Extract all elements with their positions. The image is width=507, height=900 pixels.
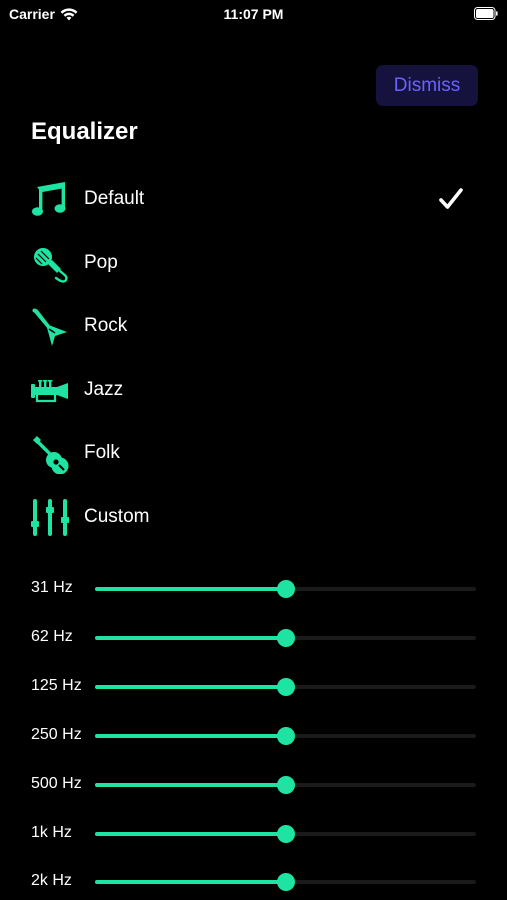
band-slider-500hz[interactable] <box>95 776 476 794</box>
band-1khz: 1k Hz <box>0 818 507 848</box>
page-title: Equalizer <box>31 118 138 145</box>
slider-thumb[interactable] <box>276 776 295 794</box>
slider-fill <box>95 636 286 640</box>
band-125hz: 125 Hz <box>0 671 507 701</box>
preset-item-rock[interactable]: Rock <box>0 295 507 357</box>
band-label: 62 Hz <box>31 628 73 645</box>
band-slider-250hz[interactable] <box>95 727 476 745</box>
music-notes-icon <box>30 180 70 220</box>
status-bar: Carrier 11:07 PM <box>0 0 507 30</box>
checkmark-icon <box>439 188 463 209</box>
slider-fill <box>95 734 286 738</box>
band-label: 500 Hz <box>31 775 82 792</box>
preset-label: Rock <box>84 315 128 336</box>
band-label: 2k Hz <box>31 872 72 889</box>
slider-thumb[interactable] <box>276 727 295 745</box>
microphone-icon <box>30 244 70 284</box>
battery-icon <box>474 7 498 20</box>
slider-thumb[interactable] <box>276 825 295 843</box>
preset-item-default[interactable]: Default <box>0 168 507 230</box>
preset-label: Custom <box>84 506 150 527</box>
band-slider-31hz[interactable] <box>95 580 476 598</box>
status-time: 11:07 PM <box>223 6 284 22</box>
band-250hz: 250 Hz <box>0 720 507 750</box>
band-label: 31 Hz <box>31 579 73 596</box>
band-slider-125hz[interactable] <box>95 678 476 696</box>
trumpet-icon <box>30 371 70 411</box>
slider-fill <box>95 832 286 836</box>
sliders-icon <box>30 498 70 538</box>
slider-fill <box>95 783 286 787</box>
preset-label: Folk <box>84 442 120 463</box>
band-slider-2khz[interactable] <box>95 873 476 891</box>
band-31hz: 31 Hz <box>0 573 507 603</box>
band-label: 1k Hz <box>31 824 72 841</box>
preset-label: Default <box>84 188 145 209</box>
slider-thumb[interactable] <box>276 678 295 696</box>
band-label: 125 Hz <box>31 677 82 694</box>
band-slider-62hz[interactable] <box>95 629 476 647</box>
band-2khz: 2k Hz <box>0 866 507 896</box>
preset-item-custom[interactable]: Custom <box>0 486 507 548</box>
slider-fill <box>95 685 286 689</box>
slider-fill <box>95 587 286 591</box>
electric-guitar-icon <box>30 307 70 347</box>
slider-fill <box>95 880 286 884</box>
band-label: 250 Hz <box>31 726 82 743</box>
preset-item-jazz[interactable]: Jazz <box>0 359 507 421</box>
preset-item-pop[interactable]: Pop <box>0 232 507 294</box>
slider-thumb[interactable] <box>276 580 295 598</box>
preset-item-folk[interactable]: Folk <box>0 422 507 484</box>
slider-thumb[interactable] <box>276 873 295 891</box>
preset-label: Pop <box>84 252 118 273</box>
acoustic-guitar-icon <box>30 434 70 474</box>
band-500hz: 500 Hz <box>0 769 507 799</box>
band-slider-1khz[interactable] <box>95 825 476 843</box>
band-62hz: 62 Hz <box>0 622 507 652</box>
preset-label: Jazz <box>84 379 124 400</box>
slider-thumb[interactable] <box>276 629 295 647</box>
dismiss-button[interactable]: Dismiss <box>376 65 478 106</box>
